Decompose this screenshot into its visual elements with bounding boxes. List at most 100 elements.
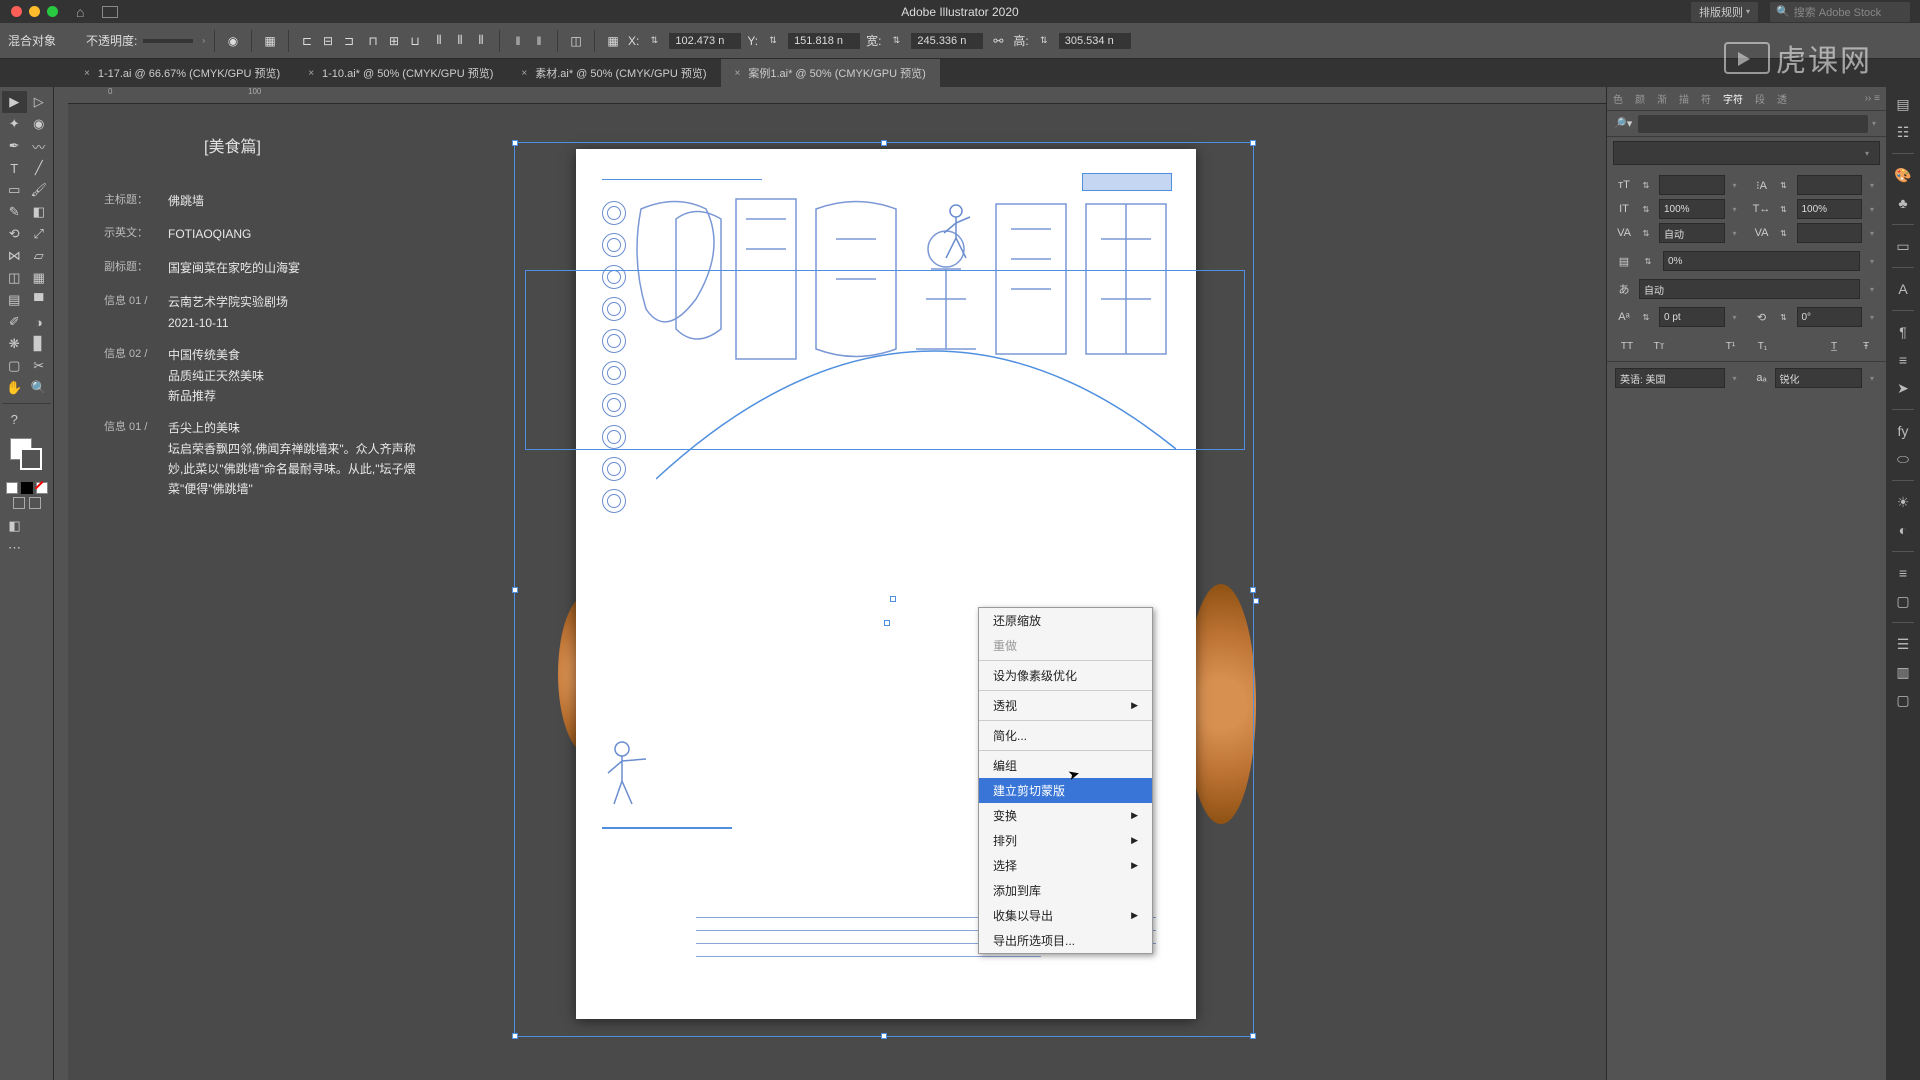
close-dot[interactable] (11, 6, 22, 17)
rectangle-tool-icon[interactable]: ▭ (2, 179, 27, 201)
direct-selection-tool-icon[interactable]: ▷ (27, 91, 52, 113)
font-family-input[interactable] (1638, 115, 1868, 133)
color-chip[interactable] (21, 482, 33, 494)
y-value-input[interactable]: 151.818 n (788, 33, 860, 49)
subscript-icon[interactable]: T₁ (1751, 337, 1775, 355)
distribute-hright-icon[interactable]: ⦀ (472, 32, 490, 50)
layers-panel-icon[interactable]: ☰ (1889, 633, 1917, 655)
ctx-make-clipping-mask[interactable]: 建立剪切蒙版 (979, 778, 1152, 803)
document-tab[interactable]: ×1-17.ai @ 66.67% (CMYK/GPU 预览) (70, 59, 294, 87)
document-tab[interactable]: ×素材.ai* @ 50% (CMYK/GPU 预览) (507, 59, 720, 87)
document-tab-active[interactable]: ×案例1.ai* @ 50% (CMYK/GPU 预览) (721, 59, 940, 87)
panel-tab[interactable]: 色 (1607, 91, 1629, 106)
blend-tool-icon[interactable]: ◑ (27, 311, 52, 333)
workspace-layout-icon[interactable] (102, 6, 118, 18)
color-chip[interactable] (6, 482, 18, 494)
stepper-icon[interactable]: ⇅ (1775, 200, 1793, 218)
align-panel-icon[interactable]: ▦ (261, 32, 279, 50)
align-vcenter-icon[interactable]: ⊞ (385, 32, 403, 50)
minimize-dot[interactable] (29, 6, 40, 17)
panel-tab[interactable]: 描 (1673, 91, 1695, 106)
canvas-area[interactable]: 0 100 [美食篇] 主标题：佛跳墙 示英文：FOTIAOQIANG 副标题：… (54, 87, 1606, 1080)
align-hcenter-icon[interactable]: ⊟ (319, 32, 337, 50)
language-dropdown[interactable]: 英语: 美国 (1615, 368, 1725, 388)
shaper-tool-icon[interactable]: ✎ (2, 201, 27, 223)
paintbrush-tool-icon[interactable]: 🖌 (27, 179, 52, 201)
stepper-icon[interactable]: ⇅ (1637, 200, 1655, 218)
color-panel-icon[interactable]: 🎨 (1889, 164, 1917, 186)
ctx-simplify[interactable]: 简化... (979, 723, 1152, 748)
distribute-spacing-v-icon[interactable]: ‖ (530, 32, 548, 50)
document-tab[interactable]: ×1-10.ai* @ 50% (CMYK/GPU 预览) (294, 59, 507, 87)
eraser-tool-icon[interactable]: ◧ (27, 201, 52, 223)
ctx-group[interactable]: 编组 (979, 753, 1152, 778)
opacity-input[interactable] (143, 39, 193, 43)
recolor-icon[interactable]: ◉ (224, 32, 242, 50)
hand-tool-icon[interactable]: ✋ (2, 377, 27, 399)
brushes-panel-icon[interactable]: ▭ (1889, 235, 1917, 257)
ctx-transform[interactable]: 变换▶ (979, 803, 1152, 828)
shape-mode-icon[interactable]: ◫ (567, 32, 585, 50)
edit-toolbar-icon[interactable]: ⋯ (2, 537, 27, 559)
font-style-dropdown[interactable]: ▾ (1613, 141, 1880, 165)
symbols-panel-icon[interactable]: ☀ (1889, 491, 1917, 513)
superscript-icon[interactable]: T¹ (1719, 337, 1743, 355)
type-tool-icon[interactable]: T (2, 157, 27, 179)
zoom-tool-icon[interactable]: 🔍 (27, 377, 52, 399)
stepper-icon[interactable]: ⇅ (645, 32, 663, 50)
panel-tab-active[interactable]: 字符 (1717, 91, 1749, 106)
leading-input[interactable] (1797, 175, 1863, 195)
width-tool-icon[interactable]: ⋈ (2, 245, 27, 267)
stepper-icon[interactable]: ⇅ (1775, 176, 1793, 194)
properties-panel-icon[interactable]: ▤ (1889, 93, 1917, 115)
transparency-panel-icon[interactable]: ▢ (1889, 590, 1917, 612)
close-tab-icon[interactable]: × (308, 68, 314, 79)
align-right-icon[interactable]: ⊐ (340, 32, 358, 50)
font-dropdown-icon[interactable]: ▾ (1868, 119, 1880, 128)
baseline-input[interactable]: 0 pt (1659, 307, 1725, 327)
shape-builder-tool-icon[interactable]: ◫ (2, 267, 27, 289)
appearance-panel-icon[interactable]: fy (1889, 420, 1917, 442)
stepper-icon[interactable]: ⇅ (887, 32, 905, 50)
link-wh-icon[interactable]: ⚯ (989, 32, 1007, 50)
close-tab-icon[interactable]: × (521, 68, 527, 79)
layout-rules-dropdown[interactable]: 排版规则▾ (1691, 2, 1758, 22)
paragraph-panel-icon[interactable]: ¶ (1889, 321, 1917, 343)
stroke-swatch[interactable] (20, 448, 42, 470)
mesh-tool-icon[interactable]: ▤ (2, 289, 27, 311)
column-graph-tool-icon[interactable]: ▊ (27, 333, 52, 355)
align-left-icon[interactable]: ⊏ (298, 32, 316, 50)
panel-tab[interactable]: 透 (1771, 91, 1793, 106)
ctx-select[interactable]: 选择▶ (979, 853, 1152, 878)
rotate-tool-icon[interactable]: ⟲ (2, 223, 27, 245)
fill-stroke-swatches[interactable] (2, 438, 51, 478)
underline-icon[interactable]: T̲ (1822, 337, 1846, 355)
opacity-dropdown[interactable]: › (202, 36, 205, 45)
stepper-icon[interactable]: ⇅ (1637, 176, 1655, 194)
artboard-tool-icon[interactable]: ▢ (2, 355, 27, 377)
height-value-input[interactable]: 305.534 n (1059, 33, 1131, 49)
ctx-undo[interactable]: 还原缩放 (979, 608, 1152, 633)
home-icon[interactable]: ⌂ (76, 4, 84, 20)
panel-tab[interactable]: 符 (1695, 91, 1717, 106)
draw-behind-icon[interactable] (29, 497, 41, 509)
distribute-hleft-icon[interactable]: ⦀ (430, 32, 448, 50)
gradient-tool-icon[interactable]: ▀ (27, 289, 52, 311)
ctx-pixel-perfect[interactable]: 设为像素级优化 (979, 663, 1152, 688)
rotate-input[interactable]: 0° (1797, 307, 1863, 327)
char-pct-input[interactable]: 0% (1663, 251, 1860, 271)
ctx-add-to-library[interactable]: 添加到库 (979, 878, 1152, 903)
smallcaps-icon[interactable]: Tᴛ (1647, 337, 1671, 355)
none-chip[interactable] (36, 482, 48, 494)
align-bottom-icon[interactable]: ⊔ (406, 32, 424, 50)
perspective-grid-tool-icon[interactable]: ▦ (27, 267, 52, 289)
scale-tool-icon[interactable]: ⤢ (27, 223, 52, 245)
vscale-input[interactable]: 100% (1659, 199, 1725, 219)
transform-anchor-icon[interactable]: ▦ (604, 32, 622, 50)
width-value-input[interactable]: 245.336 n (911, 33, 983, 49)
color-guide-panel-icon[interactable]: ◐ (1889, 519, 1917, 541)
selection-tool-icon[interactable]: ▶ (2, 91, 27, 113)
maximize-dot[interactable] (47, 6, 58, 17)
char-auto-input[interactable]: 自动 (1639, 279, 1860, 299)
graphic-styles-panel-icon[interactable]: ⬭ (1889, 448, 1917, 470)
